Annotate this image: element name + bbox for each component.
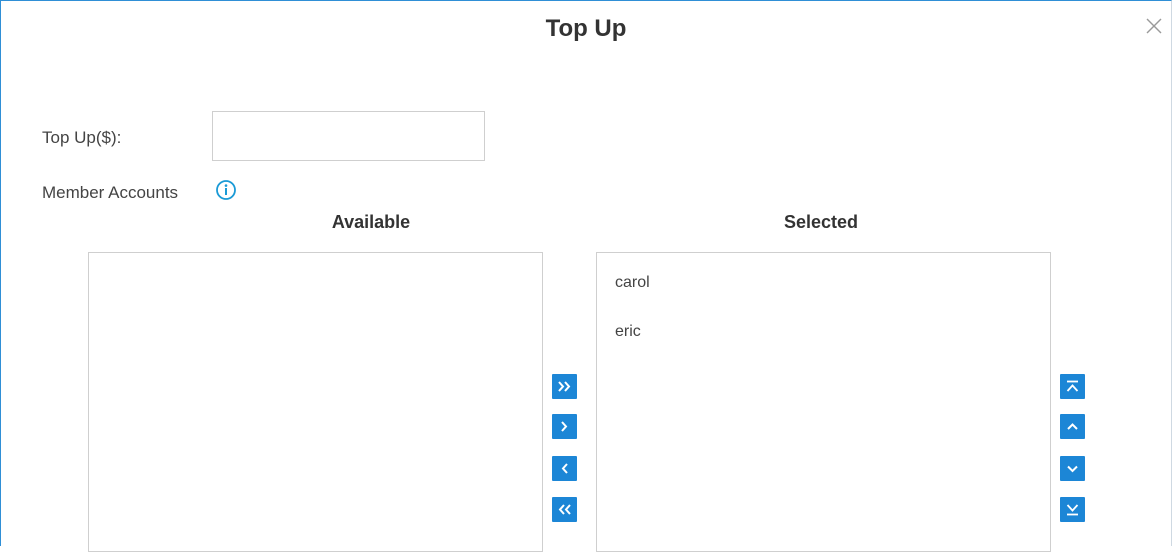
move-left-button[interactable] xyxy=(552,456,577,481)
double-chevron-right-icon xyxy=(558,381,571,392)
close-icon[interactable] xyxy=(1143,15,1165,37)
list-item[interactable]: carol xyxy=(615,274,650,292)
available-list[interactable] xyxy=(88,252,543,552)
move-all-left-button[interactable] xyxy=(552,497,577,522)
move-to-bottom-icon xyxy=(1066,504,1079,516)
move-up-button[interactable] xyxy=(1060,414,1085,439)
selected-list[interactable]: carol eric xyxy=(596,252,1051,552)
dialog-title: Top Up xyxy=(545,15,627,42)
topup-amount-input[interactable] xyxy=(212,111,485,161)
move-to-top-button[interactable] xyxy=(1060,374,1085,399)
move-right-button[interactable] xyxy=(552,414,577,439)
move-to-bottom-button[interactable] xyxy=(1060,497,1085,522)
selected-heading: Selected xyxy=(783,212,859,232)
list-item[interactable]: eric xyxy=(615,323,641,341)
topup-amount-label: Top Up($): xyxy=(42,128,122,147)
chevron-left-icon xyxy=(561,463,568,474)
chevron-right-icon xyxy=(561,421,568,432)
move-down-button[interactable] xyxy=(1060,456,1085,481)
double-chevron-left-icon xyxy=(558,504,571,515)
chevron-down-icon xyxy=(1067,465,1078,473)
available-heading: Available xyxy=(331,212,411,232)
move-to-top-icon xyxy=(1066,380,1079,392)
info-icon[interactable] xyxy=(215,179,237,201)
move-all-right-button[interactable] xyxy=(552,374,577,399)
top-up-dialog: Top Up Top Up($): Member Accounts Availa… xyxy=(0,0,1172,552)
member-accounts-label: Member Accounts xyxy=(42,183,179,202)
chevron-up-icon xyxy=(1067,423,1078,430)
